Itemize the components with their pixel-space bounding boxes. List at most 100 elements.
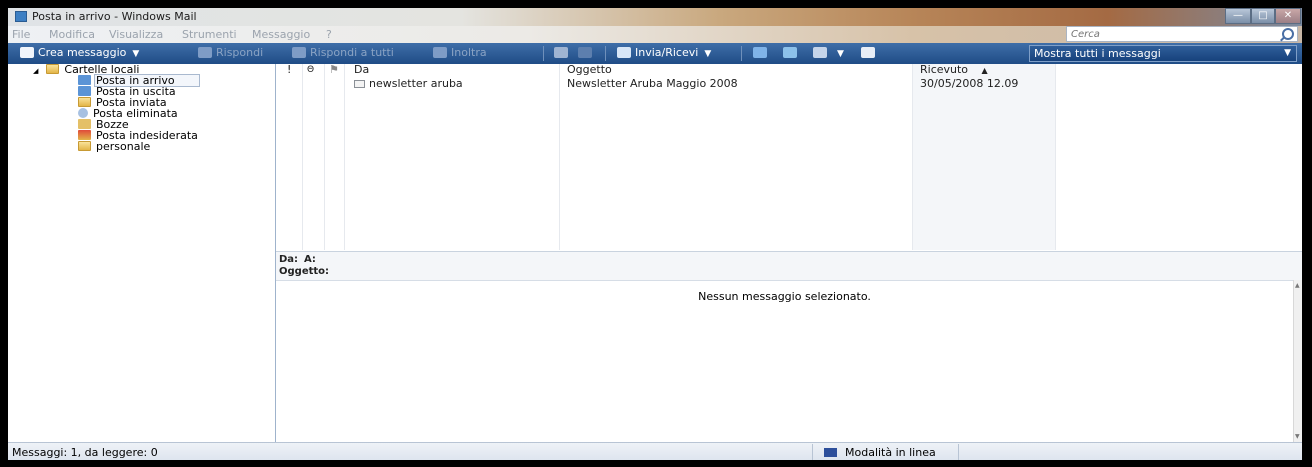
new-message-icon	[20, 47, 34, 58]
print-button[interactable]	[554, 46, 572, 61]
junk-mail-icon	[78, 130, 91, 140]
layout-icon	[861, 47, 875, 58]
reply-all-icon	[292, 47, 306, 58]
column-header-received-label: Ricevuto	[920, 63, 969, 76]
delete-icon	[578, 47, 592, 58]
windows-mail-window: Posta in arrivo - Windows Mail — □ ✕ Fil…	[8, 8, 1302, 460]
folder-pane: ◢ Cartelle locali Posta in arrivo Posta i…	[8, 64, 276, 442]
search-box	[1066, 26, 1298, 42]
status-bar: Messaggi: 1, da leggere: 0 Modalità in l…	[8, 442, 1302, 460]
message-list: ! Θ ⚑ Da Oggetto Ricevuto ▲ newsletter a…	[276, 64, 1302, 250]
message-received: 30/05/2008 12.09	[920, 77, 1019, 90]
preview-header: Da: A: Oggetto:	[276, 251, 1302, 280]
no-message-selected-text: Nessun messaggio selezionato.	[698, 290, 871, 303]
column-header-from[interactable]: Da	[354, 64, 369, 77]
send-receive-icon	[617, 47, 631, 58]
menu-file[interactable]: File	[12, 28, 30, 41]
create-message-label: Crea messaggio	[38, 46, 127, 59]
send-receive-button[interactable]: Invia/Ricevi ▼	[617, 46, 711, 61]
view-filter-value: Mostra tutti i messaggi	[1034, 47, 1161, 60]
sorted-column-highlight	[912, 64, 1055, 250]
status-divider	[812, 444, 813, 460]
column-header-received[interactable]: Ricevuto ▲	[920, 64, 988, 77]
column-divider	[324, 64, 325, 250]
reply-icon	[198, 47, 212, 58]
search-icon[interactable]	[1282, 28, 1294, 40]
menu-modifica[interactable]: Modifica	[49, 28, 95, 41]
menu-visualizza[interactable]: Visualizza	[109, 28, 163, 41]
folder-icon	[78, 141, 91, 151]
preview-pane: Nessun messaggio selezionato.	[276, 280, 1293, 443]
online-mode-label: Modalità in linea	[845, 446, 936, 459]
column-header-subject[interactable]: Oggetto	[567, 64, 612, 77]
reply-all-label: Rispondi a tutti	[310, 46, 394, 59]
sort-ascending-icon: ▲	[981, 66, 988, 75]
close-button[interactable]: ✕	[1275, 8, 1301, 24]
send-receive-label: Invia/Ricevi	[635, 46, 699, 59]
collapse-arrow-icon[interactable]: ◢	[33, 67, 38, 75]
preview-from-label: Da:	[279, 254, 299, 265]
column-divider	[912, 64, 913, 250]
menu-help[interactable]: ?	[326, 28, 332, 41]
menu-strumenti[interactable]: Strumenti	[182, 28, 237, 41]
toolbar-separator	[605, 46, 606, 61]
column-divider	[344, 64, 345, 250]
forward-label: Inoltra	[451, 46, 487, 59]
chevron-down-icon[interactable]: ▼	[837, 49, 844, 59]
chevron-down-icon[interactable]: ▼	[704, 49, 711, 59]
find-button[interactable]: ▼	[813, 46, 844, 61]
title-bar: Posta in arrivo - Windows Mail — □ ✕	[8, 8, 1302, 26]
calendar-button[interactable]	[783, 46, 801, 61]
message-from: newsletter aruba	[369, 77, 463, 90]
print-icon	[554, 47, 568, 58]
online-mode-status: Modalità in linea	[824, 446, 936, 459]
toolbar-separator	[741, 46, 742, 61]
preview-subject-label: Oggetto:	[279, 266, 330, 277]
column-divider	[302, 64, 303, 250]
mail-app-icon	[15, 11, 27, 22]
maximize-button[interactable]: □	[1251, 8, 1275, 24]
reply-button[interactable]: Rispondi	[198, 46, 263, 61]
deleted-items-icon	[78, 108, 88, 118]
folder-item-personale[interactable]: personale	[78, 141, 150, 153]
envelope-icon	[354, 80, 365, 88]
delete-button[interactable]	[578, 46, 596, 61]
folder-label: personale	[96, 140, 151, 153]
scroll-up-icon[interactable]: ▲	[1295, 282, 1300, 289]
reply-all-button[interactable]: Rispondi a tutti	[292, 46, 394, 61]
reply-label: Rispondi	[216, 46, 264, 59]
status-divider	[958, 444, 959, 460]
outbox-icon	[78, 86, 91, 96]
scroll-down-icon[interactable]: ▼	[1295, 433, 1300, 440]
column-header-importance[interactable]: !	[287, 64, 291, 77]
preview-to-label: A:	[304, 254, 316, 265]
column-header-attachment[interactable]: Θ	[307, 64, 314, 77]
menu-messaggio[interactable]: Messaggio	[252, 28, 310, 41]
forward-icon	[433, 47, 447, 58]
folder-icon	[46, 64, 60, 74]
menu-bar: File Modifica Visualizza Strumenti Messa…	[8, 26, 1302, 43]
search-input[interactable]	[1071, 28, 1271, 41]
find-icon	[813, 47, 827, 58]
chevron-down-icon: ▼	[1284, 48, 1291, 58]
chevron-down-icon[interactable]: ▼	[132, 49, 139, 59]
view-filter-select[interactable]: Mostra tutti i messaggi ▼	[1029, 45, 1297, 62]
sent-icon	[78, 97, 91, 107]
message-subject: Newsletter Aruba Maggio 2008	[567, 77, 738, 90]
column-divider	[559, 64, 560, 250]
toolbar: Crea messaggio ▼ Rispondi Rispondi a tutt…	[8, 43, 1302, 64]
layout-button[interactable]	[861, 46, 879, 61]
drafts-icon	[78, 119, 91, 129]
forward-button[interactable]: Inoltra	[433, 46, 487, 61]
inbox-icon	[78, 75, 91, 85]
column-divider	[1055, 64, 1056, 250]
contacts-button[interactable]	[753, 46, 771, 61]
preview-scrollbar[interactable]: ▲ ▼	[1293, 280, 1302, 442]
calendar-icon	[783, 47, 797, 58]
create-message-button[interactable]: Crea messaggio ▼	[20, 46, 139, 61]
column-header-flag[interactable]: ⚑	[329, 64, 339, 77]
message-count-status: Messaggi: 1, da leggere: 0	[12, 446, 158, 459]
window-title: Posta in arrivo - Windows Mail	[32, 10, 197, 23]
online-mode-icon	[824, 448, 837, 457]
minimize-button[interactable]: —	[1225, 8, 1251, 24]
